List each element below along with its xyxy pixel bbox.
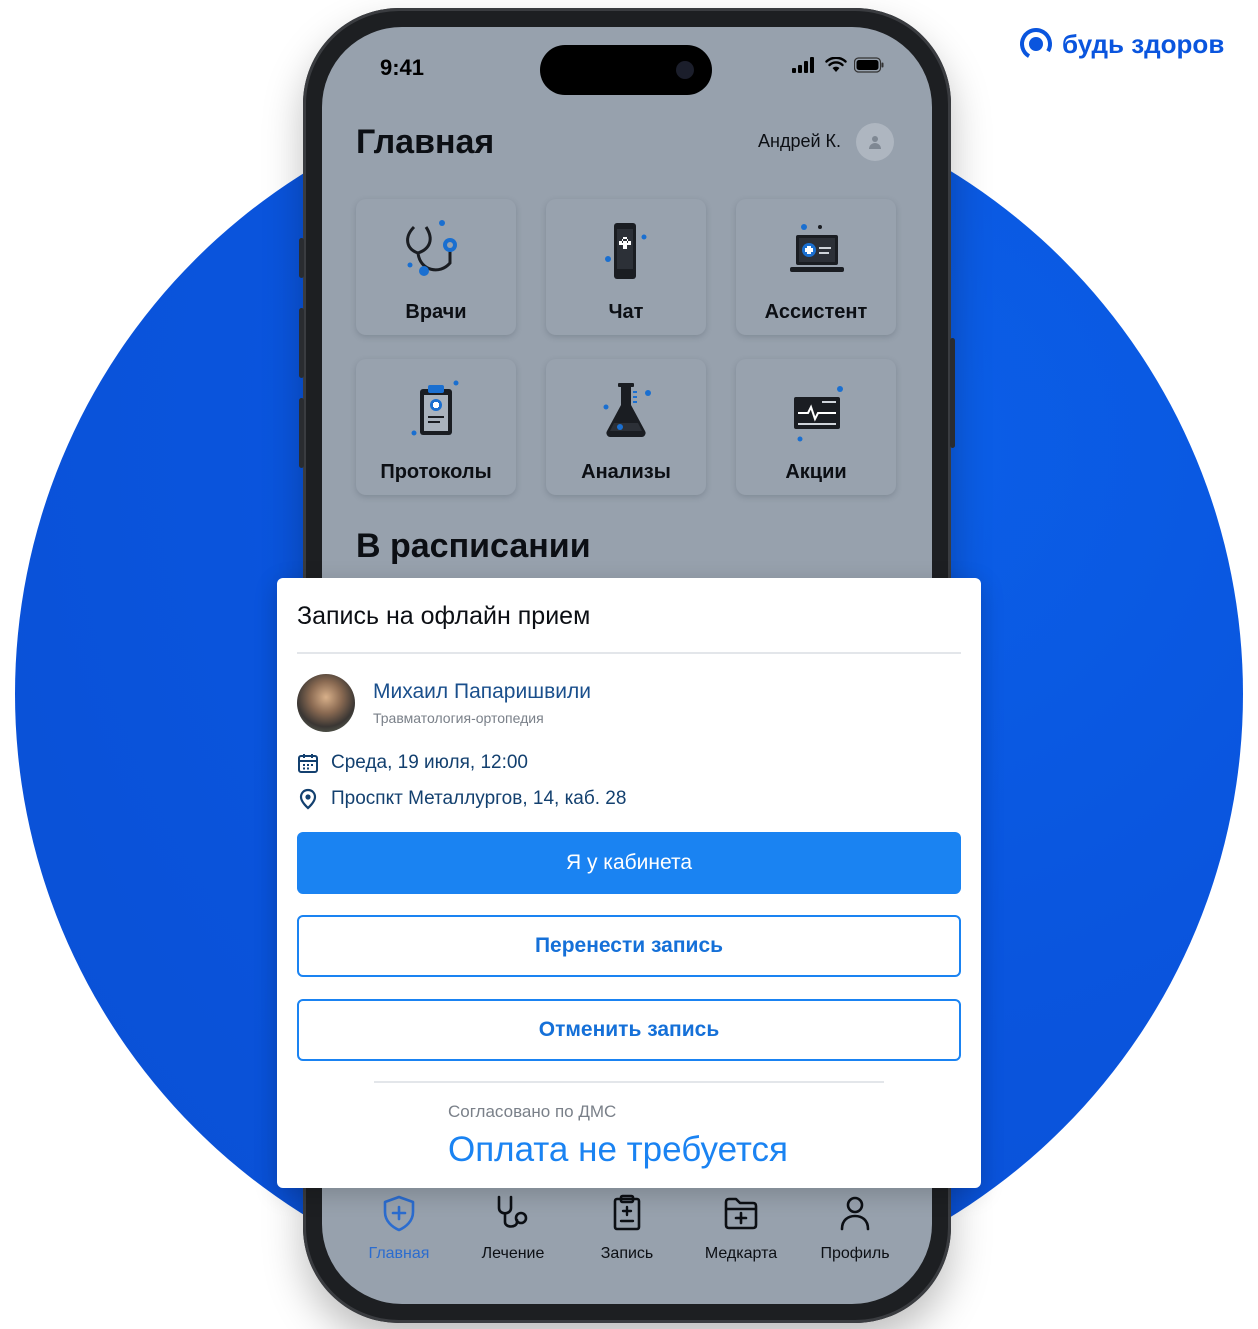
tile-assistant[interactable]: Ассистент: [736, 199, 896, 335]
tile-label: Протоколы: [380, 461, 492, 483]
clipboard-icon: [411, 380, 459, 436]
calendar-icon: [298, 754, 318, 773]
phone-volume-down: [299, 398, 304, 468]
tab-label: Запись: [600, 1245, 654, 1262]
tab-label: Профиль: [820, 1245, 890, 1262]
phone-side-button: [299, 238, 304, 278]
divider: [297, 652, 961, 654]
appointment-datetime-row: Среда, 19 июля, 12:00: [297, 752, 528, 774]
card-title: Запись на офлайн прием: [297, 602, 591, 630]
location-pin-icon: [299, 788, 317, 810]
brand-logo-text: будь здоров: [1062, 28, 1225, 59]
appointment-card: Запись на офлайн прием Михаил Папаришвил…: [277, 578, 981, 1188]
phone-medical-icon: [605, 223, 647, 279]
user-name[interactable]: Андрей К.: [758, 131, 841, 152]
person-icon: [840, 1196, 870, 1231]
tile-protocols[interactable]: Протоколы: [356, 359, 516, 495]
tile-promotions[interactable]: Акции: [736, 359, 896, 495]
card-icon: [794, 386, 843, 442]
tile-chat[interactable]: Чат: [546, 199, 706, 335]
appointment-address: Проспкт Металлургов, 14, каб. 28: [331, 788, 627, 809]
brand-logo: будь здоров: [1018, 26, 1224, 62]
tab-appointment[interactable]: Запись: [572, 1193, 682, 1263]
divider: [374, 1081, 884, 1083]
folder-plus-icon: [724, 1197, 758, 1230]
status-icons: [792, 57, 884, 73]
tab-medcard[interactable]: Медкарта: [686, 1193, 796, 1263]
dms-note: Согласовано по ДМС: [448, 1102, 617, 1121]
tile-doctors[interactable]: Врачи: [356, 199, 516, 335]
stethoscope-icon: [406, 220, 457, 276]
tile-label: Акции: [785, 461, 847, 483]
tab-home[interactable]: Главная: [344, 1193, 454, 1263]
cancel-appointment-button[interactable]: Отменить запись: [297, 999, 961, 1061]
tab-bar: Главная Лечение Запись Медкарта Профиль: [322, 1193, 932, 1283]
clipboard-icon: [613, 1194, 641, 1231]
tile-analyses[interactable]: Анализы: [546, 359, 706, 495]
tile-label: Анализы: [581, 461, 671, 483]
user-avatar-icon: [869, 136, 881, 149]
tab-label: Медкарта: [704, 1245, 778, 1262]
reschedule-button[interactable]: Перенести запись: [297, 915, 961, 977]
shield-plus-icon: [383, 1195, 415, 1232]
tab-label: Главная: [368, 1245, 430, 1262]
dynamic-island: [540, 45, 712, 95]
tab-label: Лечение: [481, 1245, 545, 1262]
tile-label: Врачи: [405, 301, 467, 323]
phone-power-button: [950, 338, 955, 448]
wifi-icon: [825, 57, 847, 72]
tile-label: Ассистент: [764, 301, 868, 323]
signal-icon: [792, 57, 814, 73]
appointment-datetime: Среда, 19 июля, 12:00: [331, 752, 528, 773]
doctor-specialty: Травматология-ортопедия: [373, 710, 544, 726]
doctor-avatar[interactable]: [297, 674, 355, 732]
at-cabinet-button[interactable]: Я у кабинета: [297, 832, 961, 894]
section-title: В расписании: [356, 527, 591, 565]
battery-icon: [854, 57, 884, 73]
laptop-medical-icon: [790, 224, 844, 272]
page-title: Главная: [356, 123, 495, 161]
stethoscope-icon: [497, 1195, 528, 1228]
status-time: 9:41: [380, 55, 425, 80]
tab-treatment[interactable]: Лечение: [458, 1193, 568, 1263]
doctor-name[interactable]: Михаил Папаришвили: [373, 680, 591, 704]
tile-label: Чат: [608, 301, 644, 323]
avatar[interactable]: [856, 123, 894, 161]
payment-note: Оплата не требуется: [448, 1130, 788, 1169]
phone-volume-up: [299, 308, 304, 378]
flask-icon: [603, 383, 651, 438]
appointment-address-row: Проспкт Металлургов, 14, каб. 28: [297, 788, 626, 810]
tab-profile[interactable]: Профиль: [800, 1193, 910, 1263]
camera-icon: [676, 61, 694, 79]
brand-logo-icon: [1020, 28, 1052, 60]
